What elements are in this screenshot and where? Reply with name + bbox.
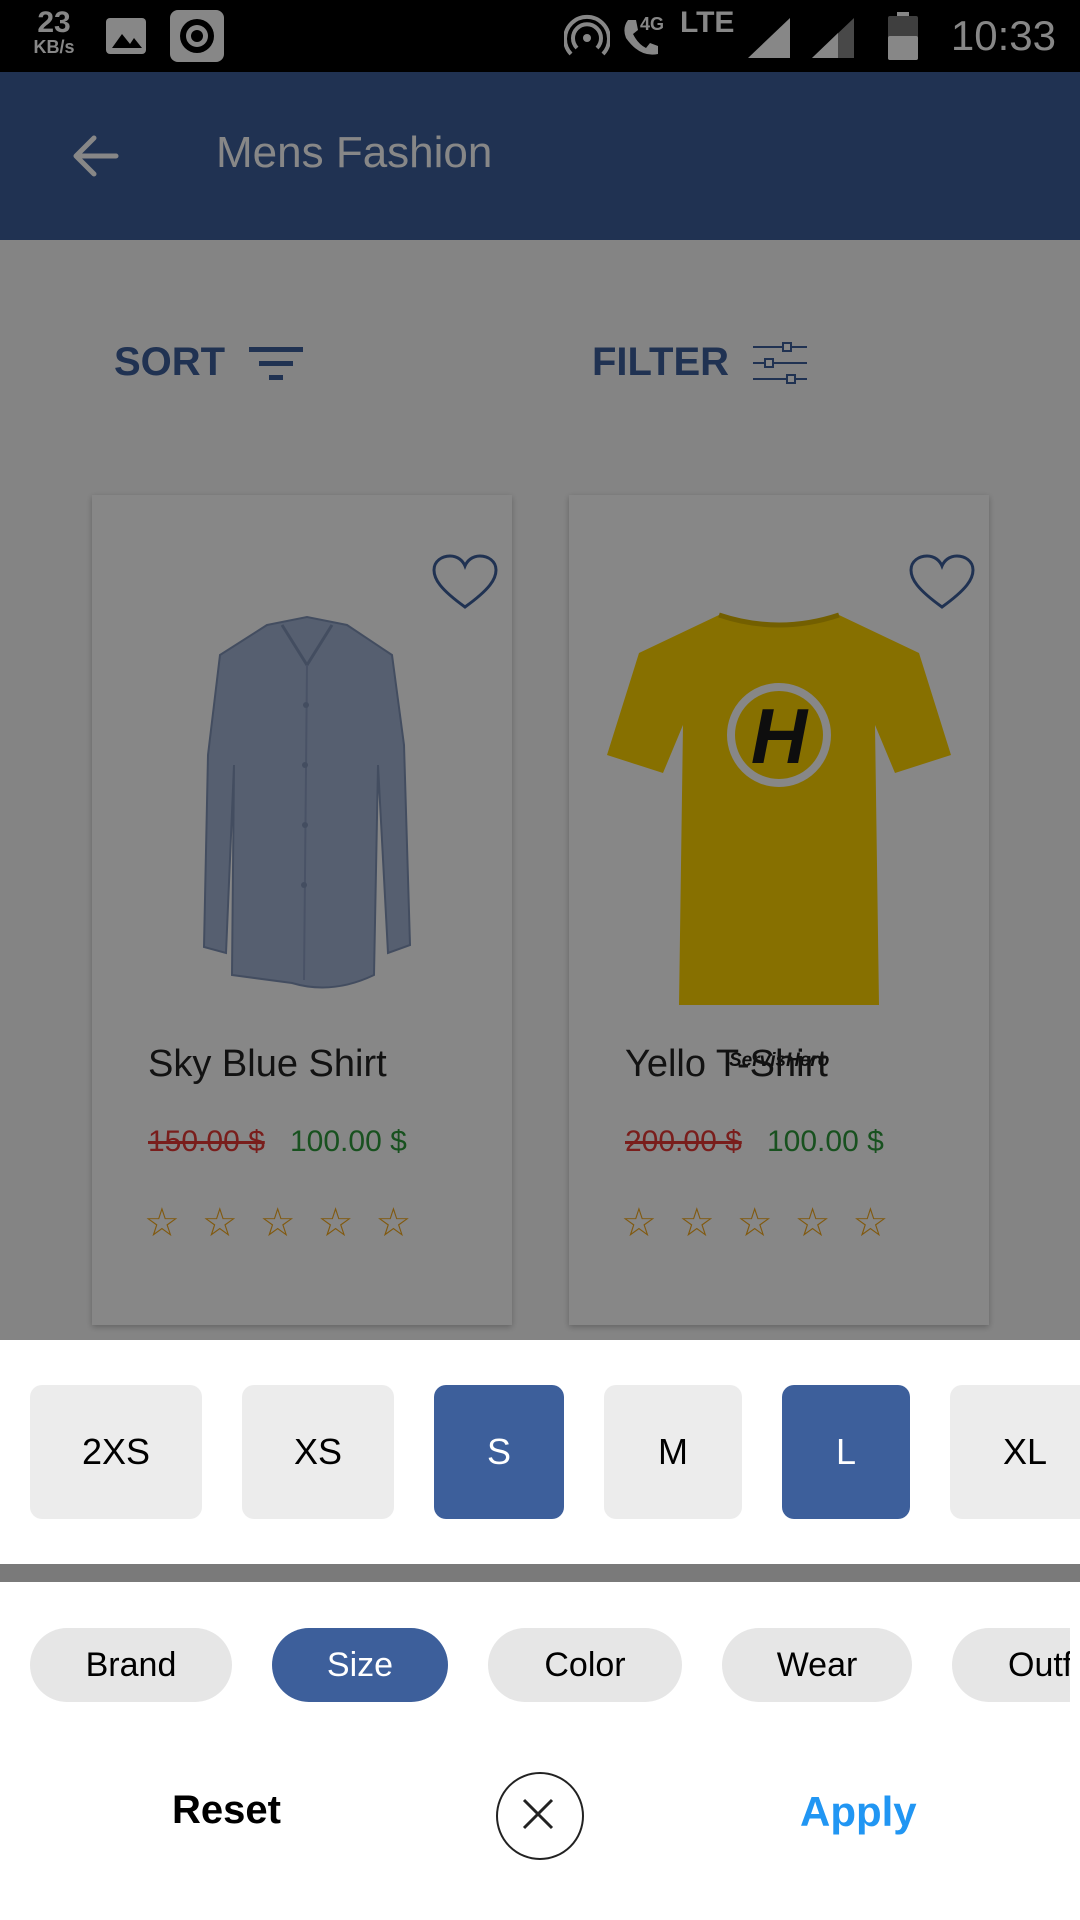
category-chip-outfit[interactable]: Outf — [952, 1628, 1070, 1702]
close-button[interactable] — [496, 1772, 584, 1860]
size-option-label: 2XS — [81, 1431, 151, 1472]
category-chip-color[interactable]: Color — [488, 1628, 682, 1702]
size-option-xs[interactable]: XS — [242, 1385, 394, 1519]
category-label: Brand — [85, 1645, 177, 1684]
apply-button[interactable]: Apply — [800, 1788, 917, 1836]
close-icon — [522, 1798, 554, 1830]
size-option-label: XL — [1002, 1431, 1048, 1472]
filter-sheet: Brand Size Color Wear Outf Reset Apply — [0, 1582, 1080, 1920]
size-option-label: XS — [293, 1431, 343, 1472]
filter-categories: Brand Size Color Wear Outf — [30, 1628, 1070, 1702]
category-label: Size — [326, 1645, 394, 1684]
category-chip-wear[interactable]: Wear — [722, 1628, 912, 1702]
reset-button[interactable]: Reset — [172, 1788, 281, 1833]
size-option-label: L — [835, 1431, 857, 1472]
category-chip-size[interactable]: Size — [272, 1628, 448, 1702]
size-option-l[interactable]: L — [782, 1385, 910, 1519]
size-option-2xs[interactable]: 2XS — [30, 1385, 202, 1519]
size-options-panel: 2XS XS S M L XL — [0, 1340, 1080, 1564]
category-label: Color — [544, 1645, 626, 1684]
size-options: 2XS XS S M L XL — [30, 1385, 1080, 1519]
category-chip-brand[interactable]: Brand — [30, 1628, 232, 1702]
category-label: Wear — [776, 1645, 858, 1684]
size-option-s[interactable]: S — [434, 1385, 564, 1519]
divider — [0, 1564, 1080, 1582]
size-option-xl[interactable]: XL — [950, 1385, 1080, 1519]
category-label: Outf — [1008, 1645, 1070, 1684]
size-option-label: S — [486, 1431, 511, 1472]
modal-scrim[interactable] — [0, 0, 1080, 1340]
size-option-label: M — [658, 1431, 688, 1472]
filter-actions: Reset Apply — [0, 1768, 1080, 1868]
size-option-m[interactable]: M — [604, 1385, 742, 1519]
